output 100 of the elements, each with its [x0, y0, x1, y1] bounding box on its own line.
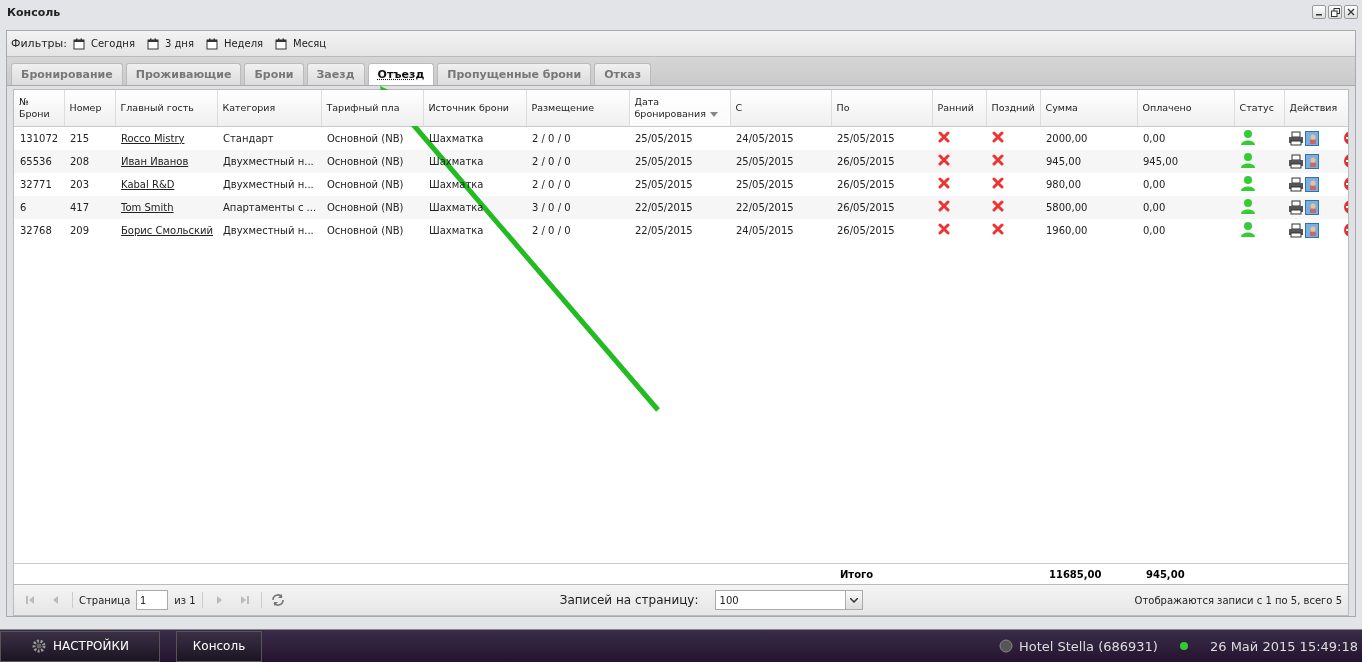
table-cell: 0,00: [1137, 126, 1234, 150]
table-cell: Апартаменты с ...: [217, 195, 321, 219]
tab[interactable]: Проживающие: [125, 63, 242, 85]
table-cell: 22/05/2015: [629, 218, 730, 242]
printer-icon[interactable]: [1288, 153, 1304, 169]
printer-icon[interactable]: [1288, 176, 1304, 192]
table-cell: 1960,00: [1040, 218, 1137, 242]
person-icon: [1240, 129, 1256, 146]
table-cell: Основной (NB): [321, 195, 423, 219]
column-header[interactable]: Размещение: [526, 90, 629, 127]
column-header[interactable]: С: [730, 90, 831, 127]
table-cell: Основной (NB): [321, 218, 423, 242]
table-cell: 25/05/2015: [730, 172, 831, 196]
contact-card-icon[interactable]: [1305, 153, 1319, 169]
tab[interactable]: Отъезд: [367, 63, 435, 85]
page-label: Страница: [79, 594, 131, 606]
tab[interactable]: Заезд: [306, 63, 365, 85]
column-header[interactable]: Дата бронирования: [629, 90, 730, 127]
per-page-select[interactable]: 100: [714, 590, 863, 610]
restore-button[interactable]: [1328, 5, 1342, 19]
table-cell: Двухместный н...: [217, 149, 321, 173]
per-page-label: Записей на страницу:: [559, 593, 699, 607]
calendar-icon: [72, 37, 85, 50]
table-cell: 26/05/2015: [831, 218, 932, 242]
person-icon: [1240, 152, 1256, 168]
table-cell: 945,00: [1040, 149, 1137, 173]
date-time: 26 Май 2015 15:49:18: [1209, 638, 1358, 654]
chevron-down-icon: [849, 597, 858, 603]
settings-button[interactable]: НАСТРОЙКИ: [0, 630, 160, 662]
tab[interactable]: Брони: [244, 63, 304, 85]
hotel-name: Hotel Stella (686931): [1018, 638, 1158, 654]
column-header[interactable]: Источник брони: [423, 90, 526, 127]
table-cell: 208: [64, 149, 115, 173]
table-cell: 2 / 0 / 0: [526, 149, 629, 173]
contact-card-icon[interactable]: [1305, 199, 1319, 215]
page-input[interactable]: 1: [136, 590, 169, 610]
tab[interactable]: Пропущенные брони: [437, 63, 592, 85]
column-header[interactable]: Действия: [1284, 90, 1348, 127]
contact-card-icon[interactable]: [1305, 222, 1319, 238]
table-cell: 131072: [14, 126, 64, 150]
filter-button[interactable]: 3 дня: [146, 37, 194, 50]
table-cell: 215: [64, 126, 115, 150]
column-header[interactable]: Главный гость: [115, 90, 217, 127]
table-cell: 65536: [14, 149, 64, 173]
table-cell: 26/05/2015: [831, 195, 932, 219]
column-header[interactable]: Тарифный пла: [321, 90, 423, 127]
guest-link[interactable]: Борис Смольский: [121, 224, 213, 236]
taskbar-window-button[interactable]: Консоль: [176, 630, 262, 662]
guest-link[interactable]: Иван Иванов: [121, 155, 189, 167]
printer-icon[interactable]: [1288, 199, 1304, 215]
person-icon: [1240, 175, 1256, 191]
table-cell: Основной (NB): [321, 149, 423, 173]
close-button[interactable]: [1344, 5, 1358, 19]
table-cell: 417: [64, 195, 115, 219]
filter-button[interactable]: Неделя: [205, 37, 264, 50]
table-cell: 6: [14, 195, 64, 219]
filter-button[interactable]: Месяц: [275, 37, 327, 50]
table-cell: Двухместный н...: [217, 172, 321, 196]
table-cell: Шахматка: [423, 218, 526, 242]
column-header[interactable]: Номер: [64, 90, 115, 127]
table-cell: 24/05/2015: [730, 218, 831, 242]
globe-icon: [998, 639, 1013, 653]
last-page-icon: [239, 595, 250, 605]
column-header[interactable]: № Брони: [14, 90, 64, 127]
previous-page-icon: [51, 595, 61, 605]
table-cell: Шахматка: [423, 126, 526, 150]
column-header[interactable]: Сумма: [1040, 90, 1137, 127]
person-icon: [1240, 198, 1256, 214]
column-header[interactable]: Категория: [217, 90, 321, 127]
table-cell: 25/05/2015: [629, 126, 730, 150]
column-header[interactable]: Поздний: [986, 90, 1040, 127]
restore-icon: [1330, 7, 1340, 17]
column-header[interactable]: По: [831, 90, 932, 127]
table-cell: 32768: [14, 218, 64, 242]
guest-link[interactable]: Tom Smith: [121, 201, 174, 213]
table-cell: 26/05/2015: [831, 149, 932, 173]
filter-button[interactable]: Сегодня: [72, 37, 135, 50]
column-header[interactable]: Статус: [1234, 90, 1284, 127]
first-page-icon: [25, 595, 35, 605]
contact-card-icon[interactable]: [1305, 176, 1319, 192]
table-cell: 25/05/2015: [831, 126, 932, 150]
table-cell: 945,00: [1137, 149, 1234, 173]
tab[interactable]: Бронирование: [11, 63, 123, 85]
calendar-icon: [146, 37, 159, 50]
printer-icon[interactable]: [1288, 222, 1304, 238]
table-cell: 2 / 0 / 0: [526, 172, 629, 196]
table-cell: Двухместный н...: [217, 218, 321, 242]
table-cell: 980,00: [1040, 172, 1137, 196]
guest-link[interactable]: Rocco Mistry: [121, 132, 185, 144]
minimize-button[interactable]: [1312, 5, 1326, 19]
refresh-icon: [270, 593, 285, 607]
tab[interactable]: Отказ: [594, 63, 652, 85]
table-cell: 0,00: [1137, 218, 1234, 242]
guest-link[interactable]: Kabal R&D: [121, 178, 175, 190]
contact-card-icon[interactable]: [1305, 130, 1319, 146]
close-icon: [1347, 8, 1355, 16]
column-header[interactable]: Оплачено: [1137, 90, 1234, 127]
column-header[interactable]: Ранний: [932, 90, 986, 127]
table-cell: 2 / 0 / 0: [526, 218, 629, 242]
printer-icon[interactable]: [1288, 130, 1304, 146]
